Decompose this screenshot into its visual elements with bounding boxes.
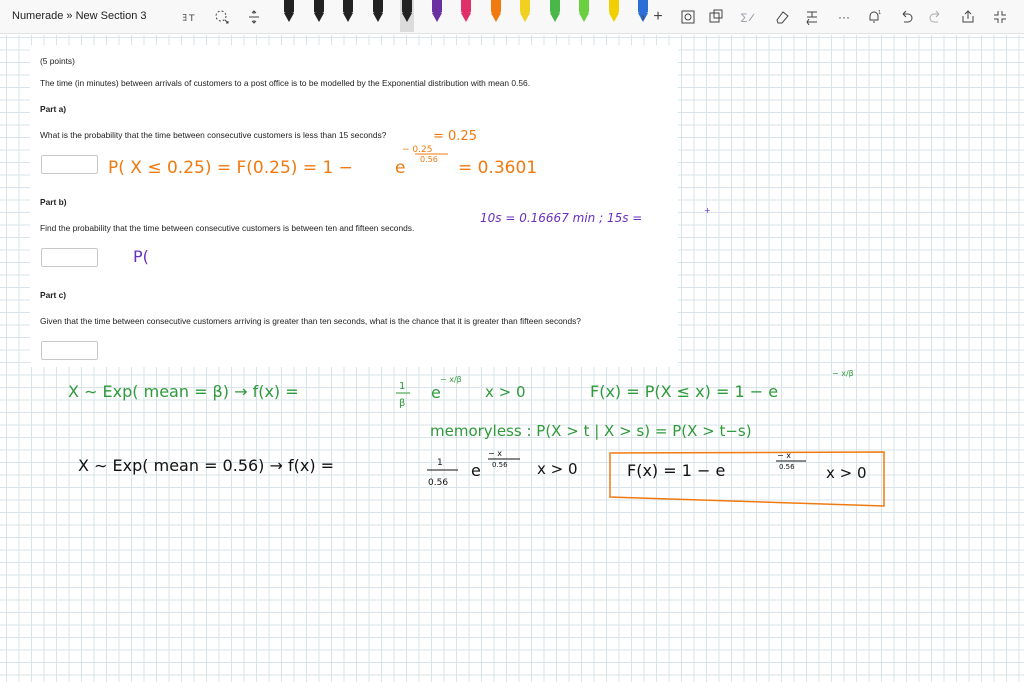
lasso-select-icon[interactable] xyxy=(212,7,232,27)
ink-to-math-icon[interactable]: ∑ xyxy=(738,7,758,27)
pen-tip xyxy=(520,13,530,22)
notification-icon[interactable]: 1 xyxy=(864,7,884,27)
svg-text:∑: ∑ xyxy=(741,13,747,23)
pen-cap xyxy=(549,0,560,13)
pen-cap xyxy=(490,0,501,13)
pen-1[interactable] xyxy=(282,0,296,28)
ink-to-text-icon[interactable]: ﾖT xyxy=(180,7,200,27)
more-options-icon[interactable]: ··· xyxy=(834,7,854,27)
pen-tip xyxy=(549,13,560,22)
pen-4[interactable] xyxy=(371,0,385,28)
share-icon[interactable] xyxy=(958,7,978,27)
pen-cap xyxy=(402,0,412,13)
pen-5[interactable] xyxy=(400,0,414,32)
pen-cap xyxy=(284,0,294,13)
part-b-answer-input[interactable] xyxy=(41,248,98,267)
pen-tip xyxy=(608,13,619,22)
pen-cap xyxy=(343,0,353,13)
part-b-label: Part b) xyxy=(40,197,67,207)
question-card: (5 points) The time (in minutes) between… xyxy=(30,45,678,367)
add-pen-icon[interactable]: + xyxy=(648,7,668,27)
pen-tip xyxy=(313,13,324,22)
pen-12[interactable] xyxy=(607,0,621,28)
svg-text:T: T xyxy=(188,14,195,24)
pen-tip xyxy=(402,13,412,22)
pen-tip xyxy=(284,13,294,22)
pen-tip xyxy=(431,13,442,22)
pen-2[interactable] xyxy=(312,0,326,28)
pen-6[interactable] xyxy=(430,0,444,28)
pen-cap xyxy=(313,0,324,13)
ink-to-shape-icon[interactable] xyxy=(706,7,726,27)
undo-icon[interactable] xyxy=(896,7,916,27)
pen-tip xyxy=(579,13,589,22)
pen-3[interactable] xyxy=(341,0,355,28)
redo-icon[interactable] xyxy=(926,7,946,27)
pen-cap xyxy=(461,0,471,13)
part-b-text: Find the probability that the time betwe… xyxy=(40,223,415,233)
pen-cap xyxy=(520,0,530,13)
pen-10[interactable] xyxy=(548,0,562,28)
pen-tip xyxy=(372,13,383,22)
breadcrumb[interactable]: Numerade » New Section 3 xyxy=(12,10,147,22)
toolbar: Numerade » New Section 3 ﾖT › + ∑ ··· 1 xyxy=(0,0,1024,34)
part-c-label: Part c) xyxy=(40,290,67,300)
pen-9[interactable] xyxy=(518,0,532,28)
pen-cap xyxy=(608,0,619,13)
part-a-label: Part a) xyxy=(40,104,67,114)
part-c-answer-input[interactable] xyxy=(41,341,98,360)
pen-tip xyxy=(343,13,353,22)
pen-8[interactable] xyxy=(489,0,503,28)
pen-cap xyxy=(579,0,589,13)
fullscreen-icon[interactable] xyxy=(990,7,1010,27)
pen-11[interactable] xyxy=(577,0,591,28)
ruler-icon[interactable] xyxy=(678,7,698,27)
pen-tip xyxy=(461,13,471,22)
part-a-answer-input[interactable] xyxy=(41,155,98,174)
eraser-icon[interactable] xyxy=(772,7,792,27)
pen-cap xyxy=(372,0,383,13)
pen-tip xyxy=(490,13,501,22)
part-a-text: What is the probability that the time be… xyxy=(40,130,387,140)
svg-text:1: 1 xyxy=(878,10,881,16)
add-space-icon[interactable] xyxy=(244,7,264,27)
points-label: (5 points) xyxy=(40,56,75,66)
pen-cap xyxy=(431,0,442,13)
pen-7[interactable] xyxy=(459,0,473,28)
part-c-text: Given that the time between consecutive … xyxy=(40,316,581,326)
svg-text:ﾖ: ﾖ xyxy=(182,13,187,24)
question-intro: The time (in minutes) between arrivals o… xyxy=(40,78,531,88)
replay-icon[interactable] xyxy=(802,7,822,27)
